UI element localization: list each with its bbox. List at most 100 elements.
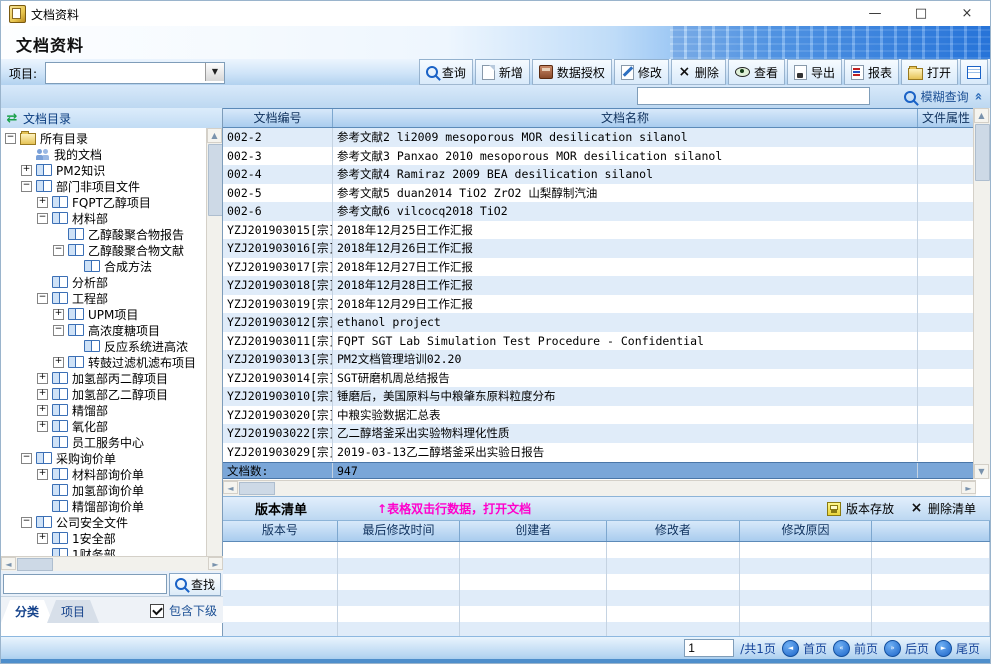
tree-node[interactable]: 分析部	[3, 274, 205, 290]
version-column-5[interactable]	[872, 521, 990, 541]
version-column-3[interactable]: 修改者	[607, 521, 740, 541]
expand-plus-icon[interactable]: +	[53, 357, 64, 368]
tree-node[interactable]: +PM2知识	[3, 162, 205, 178]
expand-plus-icon[interactable]: +	[37, 533, 48, 544]
toolbar-button-报表[interactable]: 报表	[844, 59, 899, 85]
toolbar-button-查看[interactable]: 查看	[728, 59, 785, 85]
expand-plus-icon[interactable]: +	[37, 421, 48, 432]
collapse-minus-icon[interactable]: −	[37, 213, 48, 224]
tree-node[interactable]: +1安全部	[3, 530, 205, 546]
tree-node[interactable]: −工程部	[3, 290, 205, 306]
tree-node[interactable]: 加氢部询价单	[3, 482, 205, 498]
table-row[interactable]: YZJ201903022[宗]乙二醇塔釜采出实验物料理化性质	[223, 424, 976, 443]
collapse-minus-icon[interactable]: −	[21, 453, 32, 464]
find-button[interactable]: 查找	[169, 573, 221, 596]
table-row[interactable]: YZJ201903018[宗]2018年12月28日工作汇报	[223, 276, 976, 295]
collapse-minus-icon[interactable]: −	[21, 181, 32, 192]
collapse-minus-icon[interactable]: −	[37, 293, 48, 304]
table-row[interactable]: 002-4参考文献4 Ramiraz 2009 BEA desilication…	[223, 165, 976, 184]
last-page-button[interactable]: ► 尾页	[935, 640, 980, 657]
expand-plus-icon[interactable]: +	[37, 405, 48, 416]
table-row[interactable]: YZJ201903010[宗]锤磨后，美国原料与中粮肇东原料粒度分布	[223, 387, 976, 406]
tree-node[interactable]: −公司安全文件	[3, 514, 205, 530]
delete-list-button[interactable]: × 删除清单	[910, 500, 976, 517]
expand-plus-icon[interactable]: +	[21, 165, 32, 176]
column-file-attr[interactable]: 文件属性	[918, 109, 976, 127]
project-select[interactable]: ▼	[45, 62, 225, 84]
collapse-chevron-icon[interactable]: «	[970, 92, 985, 100]
tree-node[interactable]: −高浓度糖项目	[3, 322, 205, 338]
toolbar-button-查询[interactable]: 查询	[419, 59, 473, 85]
column-doc-id[interactable]: 文档编号	[223, 109, 333, 127]
tree-find-input[interactable]	[3, 574, 167, 594]
table-row[interactable]: YZJ201903014[宗]SGT研磨机周总结报告	[223, 369, 976, 388]
version-empty-row[interactable]	[223, 590, 990, 606]
scrollbar-thumb[interactable]	[975, 124, 990, 181]
tree-node[interactable]: 反应系统进高浓	[3, 338, 205, 354]
expand-plus-icon[interactable]: +	[37, 373, 48, 384]
table-row[interactable]: 002-6参考文献6 vilcocq2018 TiO2	[223, 202, 976, 221]
doc-vertical-scrollbar[interactable]: ▲ ▼	[973, 108, 990, 479]
tree-horizontal-scrollbar[interactable]: ◄ ►	[1, 556, 223, 571]
collapse-minus-icon[interactable]: −	[5, 133, 16, 144]
scrollbar-thumb[interactable]	[17, 558, 53, 571]
tree-vertical-scrollbar[interactable]: ▲ ▼	[206, 128, 222, 577]
tree-node[interactable]: +精馏部	[3, 402, 205, 418]
table-row[interactable]: YZJ201903016[宗]2018年12月26日工作汇报	[223, 239, 976, 258]
tree-node[interactable]: −部门非项目文件	[3, 178, 205, 194]
version-column-1[interactable]: 最后修改时间	[338, 521, 461, 541]
table-row[interactable]: 002-2参考文献2 li2009 mesoporous MOR desilic…	[223, 128, 976, 147]
tree-node[interactable]: −采购询价单	[3, 450, 205, 466]
version-empty-row[interactable]	[223, 606, 990, 622]
tree-node[interactable]: 合成方法	[3, 258, 205, 274]
tree-node[interactable]: 乙醇酸聚合物报告	[3, 226, 205, 242]
scroll-down-icon[interactable]: ▼	[974, 464, 989, 479]
collapse-minus-icon[interactable]: −	[53, 245, 64, 256]
version-empty-row[interactable]	[223, 558, 990, 574]
tree-node[interactable]: +转鼓过滤机滤布项目	[3, 354, 205, 370]
expand-plus-icon[interactable]: +	[37, 389, 48, 400]
search-icon[interactable]	[904, 91, 916, 103]
scroll-left-icon[interactable]: ◄	[1, 557, 16, 570]
scroll-right-icon[interactable]: ►	[208, 557, 223, 570]
collapse-minus-icon[interactable]: −	[53, 325, 64, 336]
scroll-up-icon[interactable]: ▲	[207, 128, 222, 143]
table-row[interactable]: 002-3参考文献3 Panxao 2010 mesoporous MOR de…	[223, 147, 976, 166]
tree-node[interactable]: −材料部	[3, 210, 205, 226]
table-row[interactable]: YZJ201903020[宗]中粮实验数据汇总表	[223, 406, 976, 425]
toolbar-button-打开[interactable]: 打开	[901, 59, 958, 85]
tree-node[interactable]: −乙醇酸聚合物文献	[3, 242, 205, 258]
fuzzy-search-label[interactable]: 模糊查询	[921, 88, 969, 105]
version-empty-row[interactable]	[223, 574, 990, 590]
page-number-input[interactable]	[684, 639, 734, 657]
scrollbar-thumb[interactable]	[208, 144, 222, 216]
first-page-button[interactable]: ◄ 首页	[782, 640, 827, 657]
expand-plus-icon[interactable]: +	[37, 469, 48, 480]
include-sub-checkbox[interactable]	[150, 604, 164, 618]
refresh-icon[interactable]: ⇄	[5, 111, 19, 126]
version-column-4[interactable]: 修改原因	[740, 521, 873, 541]
table-row[interactable]: YZJ201903012[宗]ethanol project	[223, 313, 976, 332]
table-row[interactable]: YZJ201903011[宗]FQPT SGT Lab Simulation T…	[223, 332, 976, 351]
table-row[interactable]: YZJ201903013[宗]PM2文档管理培训02.20	[223, 350, 976, 369]
expand-plus-icon[interactable]: +	[53, 309, 64, 320]
tab-category[interactable]: 分类	[1, 600, 53, 623]
close-button[interactable]: ×	[944, 1, 990, 26]
chevron-down-icon[interactable]: ▼	[205, 63, 224, 81]
fuzzy-search-input[interactable]	[637, 87, 870, 105]
version-column-2[interactable]: 创建者	[460, 521, 607, 541]
toolbar-button-导出[interactable]: 导出	[787, 59, 842, 85]
version-empty-row[interactable]	[223, 542, 990, 558]
toolbar-button-新增[interactable]: 新增	[475, 59, 530, 85]
tree-node[interactable]: 精馏部询价单	[3, 498, 205, 514]
scroll-up-icon[interactable]: ▲	[974, 108, 989, 123]
collapse-minus-icon[interactable]: −	[21, 517, 32, 528]
table-row[interactable]: YZJ201903019[宗]2018年12月29日工作汇报	[223, 295, 976, 314]
toolbar-button-修改[interactable]: 修改	[614, 59, 669, 85]
tree-node[interactable]: +UPM项目	[3, 306, 205, 322]
scrollbar-thumb[interactable]	[239, 482, 275, 495]
table-row[interactable]: YZJ201903015[宗]2018年12月25日工作汇报	[223, 221, 976, 240]
table-row[interactable]: YZJ201903017[宗]2018年12月27日工作汇报	[223, 258, 976, 277]
tree-node[interactable]: −所有目录	[3, 130, 205, 146]
tree-node[interactable]: +氧化部	[3, 418, 205, 434]
